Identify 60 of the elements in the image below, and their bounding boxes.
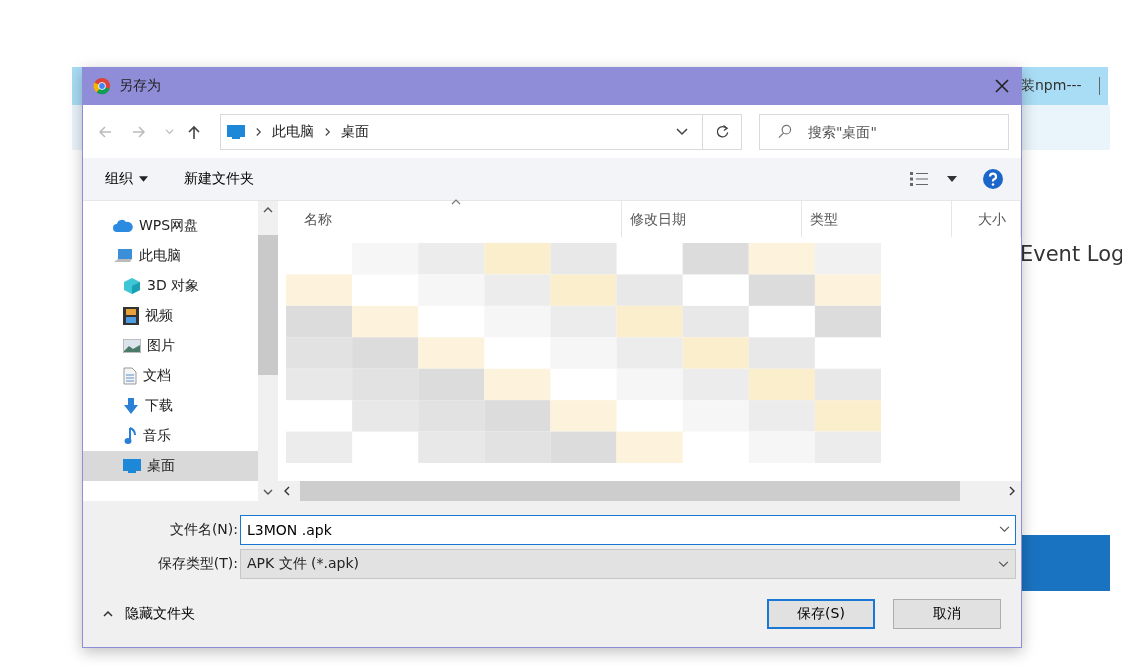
chevron-right-icon [255,126,262,137]
nav-item[interactable]: 图片 [83,331,258,361]
new-folder-button[interactable]: 新建文件夹 [176,166,262,192]
file-type-dropdown[interactable]: APK 文件 (*.apk) [240,549,1016,579]
column-header[interactable]: 类型 [802,201,952,237]
chevron-right-icon [324,126,331,137]
file-name-label: 文件名(N): [168,521,239,539]
music-note-icon [123,427,137,445]
scroll-up-icon[interactable] [263,207,273,213]
nav-item[interactable]: 音乐 [83,421,258,451]
scroll-right-icon[interactable] [1009,486,1015,496]
breadcrumb[interactable]: 桌面 [341,122,369,141]
view-options-icon[interactable] [909,171,929,187]
address-bar[interactable]: 此电脑 桌面 [220,113,742,150]
refresh-icon[interactable] [714,124,730,139]
file-name-field[interactable]: L3MON .apk [240,515,1016,545]
nav-item[interactable]: 3D 对象 [83,271,258,301]
computer-icon [113,248,133,264]
nav-item[interactable]: 下载 [83,391,258,421]
breadcrumb[interactable]: 此电脑 [272,122,314,141]
save-button[interactable]: 保存(S) [767,599,875,629]
nav-item[interactable]: 文档 [83,361,258,391]
cloud-icon [113,219,133,233]
save-type-label: 保存类型(T): [156,555,239,573]
search-icon [777,123,792,139]
chevron-down-icon[interactable] [998,560,1009,568]
sort-caret-icon [451,199,461,205]
film-icon [123,307,139,325]
chevron-down-icon[interactable] [999,526,1010,533]
dropdown-triangle-icon [139,176,148,182]
search-field[interactable]: 搜索"桌面" [759,113,1009,150]
caret-up-icon [103,611,113,617]
download-arrow-icon [123,397,139,415]
scroll-left-icon[interactable] [284,486,290,496]
scroll-down-icon[interactable] [263,489,273,495]
cancel-button[interactable]: 取消 [893,599,1001,629]
vertical-scrollbar[interactable] [258,201,278,501]
column-header[interactable]: 修改日期 [622,201,802,237]
organize-menu-button[interactable]: 组织 [97,166,156,192]
monitor-icon [227,124,245,139]
document-icon [123,367,137,385]
page-heading: Event Log [1020,242,1122,266]
image-icon [123,339,141,353]
horizontal-scrollbar[interactable] [278,481,1021,501]
column-header[interactable]: 名称 [278,201,622,237]
window-title: 另存为 [119,77,162,95]
nav-item[interactable]: 此电脑 [83,241,258,271]
column-header[interactable]: 大小 [952,201,1021,237]
nav-item[interactable]: 桌面 [83,451,258,481]
nav-item[interactable]: 视频 [83,301,258,331]
help-icon[interactable] [983,169,1003,189]
hide-folders-toggle[interactable]: 隐藏文件夹 [97,604,201,624]
cube-icon [123,277,141,295]
close-icon[interactable] [995,79,1009,93]
browser-logo-icon [93,77,111,95]
up-arrow-icon[interactable] [186,123,202,140]
dropdown-triangle-icon[interactable] [947,176,957,182]
chevron-down-icon[interactable] [676,127,688,136]
monitor-icon [123,459,141,473]
nav-item[interactable]: WPS网盘 [83,211,258,241]
